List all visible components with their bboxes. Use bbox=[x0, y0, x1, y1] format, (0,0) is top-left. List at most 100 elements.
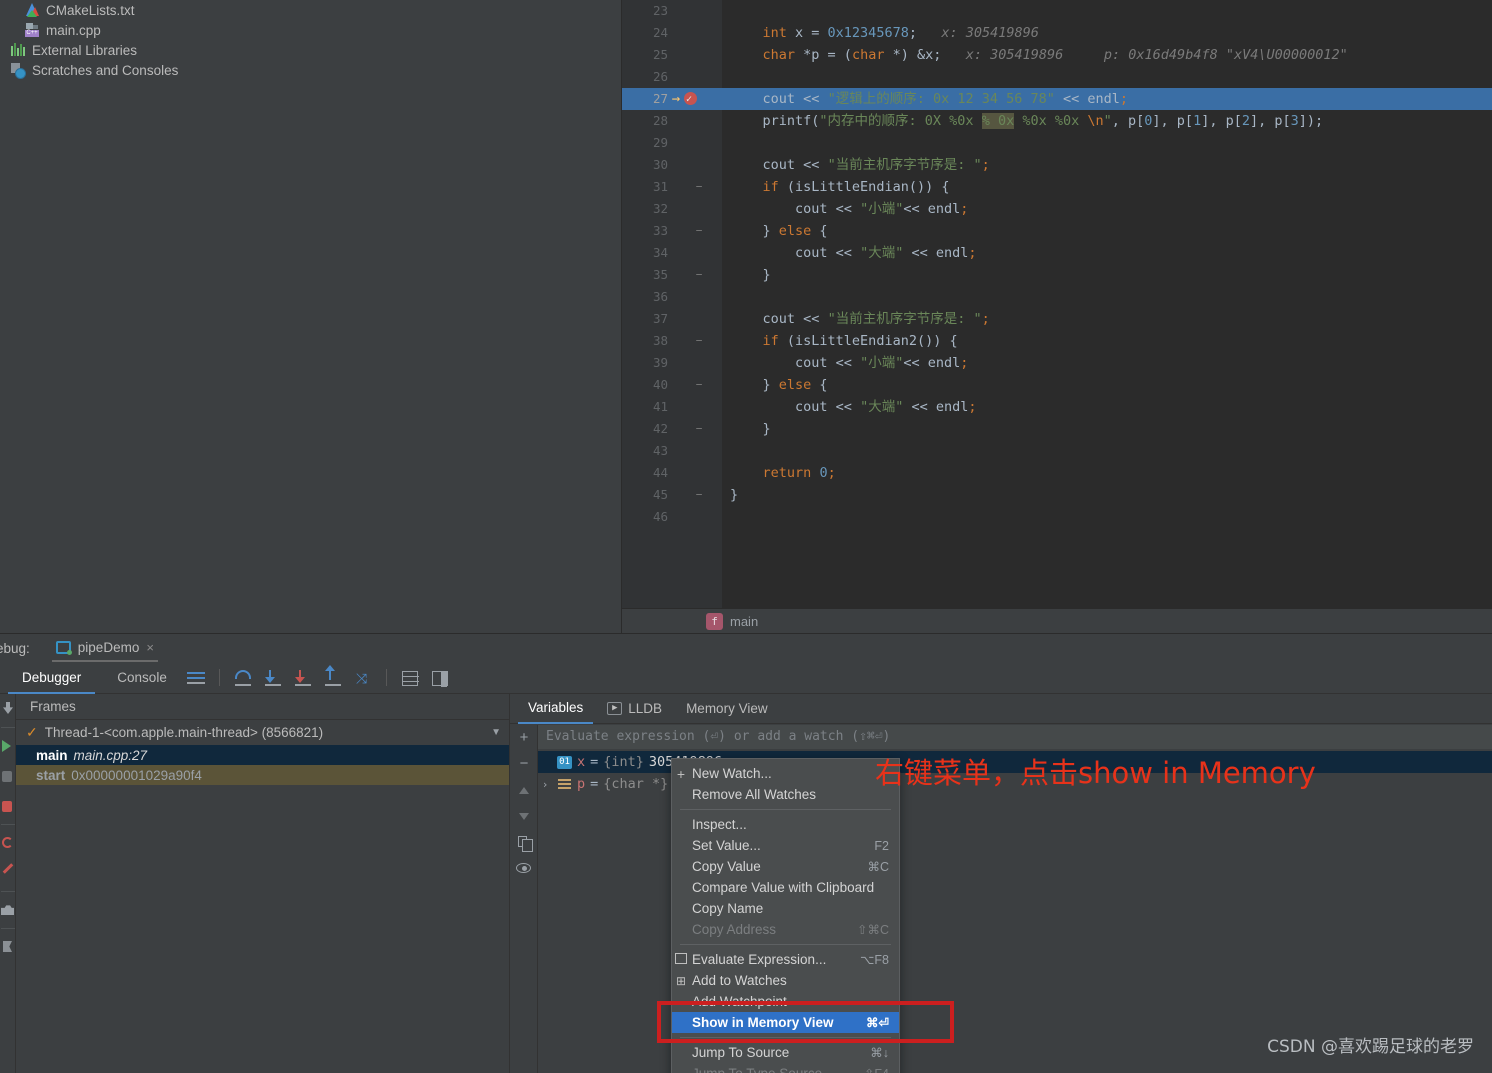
code-line[interactable]: 41 cout << "大端" << endl; bbox=[622, 396, 1492, 418]
menu-item[interactable]: Copy Value ⌘C bbox=[672, 856, 899, 877]
menu-item[interactable]: Set Value... F2 bbox=[672, 835, 899, 856]
code-fold-icon[interactable]: − bbox=[692, 484, 706, 506]
code-line[interactable]: 35 − } bbox=[622, 264, 1492, 286]
plus-icon: + bbox=[674, 766, 688, 782]
code-fold-icon[interactable]: − bbox=[692, 264, 706, 286]
menu-item[interactable]: Jump To Source ⌘↓ bbox=[672, 1042, 899, 1063]
code-line[interactable]: 38 − if (isLittleEndian2()) { bbox=[622, 330, 1492, 352]
breadcrumb-label[interactable]: main bbox=[730, 614, 758, 629]
step-into-icon[interactable] bbox=[260, 665, 286, 691]
project-tree-item[interactable]: External Libraries bbox=[0, 40, 622, 60]
menu-item[interactable]: Remove All Watches bbox=[672, 784, 899, 805]
close-icon[interactable]: × bbox=[146, 640, 154, 655]
chevron-down-icon[interactable]: ▼ bbox=[491, 727, 501, 738]
step-over-icon[interactable] bbox=[230, 665, 256, 691]
code-line[interactable]: 43 bbox=[622, 440, 1492, 462]
code-fold-icon[interactable]: − bbox=[692, 330, 706, 352]
tab-debugger[interactable]: Debugger bbox=[8, 662, 96, 694]
code-line[interactable]: 29 bbox=[622, 132, 1492, 154]
run-to-cursor-icon[interactable]: ⤨ bbox=[350, 665, 376, 691]
code-line[interactable]: 33 − } else { bbox=[622, 220, 1492, 242]
menu-item[interactable]: + New Watch... bbox=[672, 763, 899, 784]
menu-item[interactable]: Compare Value with Clipboard bbox=[672, 877, 899, 898]
code-line[interactable]: 31 − if (isLittleEndian()) { bbox=[622, 176, 1492, 198]
move-up-icon[interactable] bbox=[510, 777, 538, 803]
code-line[interactable]: 37 cout << "当前主机序字节序是: "; bbox=[622, 308, 1492, 330]
code-token: "逻辑上的顺序: 0x 12 34 56 78" bbox=[827, 91, 1055, 107]
code-line[interactable]: 45 −} bbox=[622, 484, 1492, 506]
code-line[interactable]: 39 cout << "小端"<< endl; bbox=[622, 352, 1492, 374]
menu-item[interactable]: Copy Name bbox=[672, 898, 899, 919]
project-tree-item[interactable]: Scratches and Consoles bbox=[0, 60, 622, 80]
project-tree-item[interactable]: CMakeLists.txt bbox=[0, 0, 622, 20]
frame-row[interactable]: main main.cpp:27 bbox=[16, 745, 509, 765]
menu-item[interactable]: Inspect... bbox=[672, 814, 899, 835]
tab-variables[interactable]: Variables bbox=[518, 694, 594, 724]
watch-visibility-icon[interactable] bbox=[510, 855, 538, 881]
show-execution-point-icon[interactable] bbox=[183, 665, 209, 691]
variable-name: x bbox=[577, 754, 586, 770]
thread-selector[interactable]: ✓ Thread-1-<com.apple.main-thread> (8566… bbox=[16, 720, 509, 745]
code-token: *) &x; bbox=[884, 47, 942, 63]
code-line[interactable]: 23 bbox=[622, 0, 1492, 22]
move-down-icon[interactable] bbox=[510, 803, 538, 829]
frames-list[interactable]: main main.cpp:27 start 0x00000001029a90f4 bbox=[16, 745, 509, 785]
code-fold-icon[interactable]: − bbox=[692, 220, 706, 242]
code-text: if (isLittleEndian2()) { bbox=[730, 330, 958, 352]
code-fold-icon[interactable]: − bbox=[692, 176, 706, 198]
stop-icon[interactable] bbox=[0, 791, 16, 821]
resume-icon[interactable] bbox=[0, 731, 16, 761]
code-line[interactable]: 46 bbox=[622, 506, 1492, 528]
breakpoint-icon[interactable] bbox=[684, 89, 697, 111]
code-line[interactable]: 42 − } bbox=[622, 418, 1492, 440]
code-line[interactable]: 25 char *p = (char *) &x; x: 305419896 p… bbox=[622, 44, 1492, 66]
line-number: 32 bbox=[652, 201, 668, 216]
layout-settings-icon[interactable] bbox=[427, 665, 453, 691]
mute-breakpoints-icon[interactable] bbox=[0, 858, 16, 888]
menu-item[interactable]: Show in Memory View ⌘⏎ bbox=[672, 1012, 899, 1033]
tab-lldb[interactable]: ▶ LLDB bbox=[597, 694, 672, 724]
code-line[interactable]: 34 cout << "大端" << endl; bbox=[622, 242, 1492, 264]
settings-icon[interactable] bbox=[0, 895, 16, 925]
frame-row[interactable]: start 0x00000001029a90f4 bbox=[16, 765, 509, 785]
evaluate-expression-icon[interactable] bbox=[397, 665, 423, 691]
code-token: << bbox=[835, 399, 852, 415]
force-step-into-icon[interactable] bbox=[290, 665, 316, 691]
run-configuration-tab[interactable]: pipeDemo × bbox=[51, 634, 158, 662]
tab-memory-view[interactable]: Memory View bbox=[676, 694, 778, 724]
code-line[interactable]: 27→ cout << "逻辑上的顺序: 0x 12 34 56 78" << … bbox=[622, 88, 1492, 111]
code-line[interactable]: 32 cout << "小端"<< endl; bbox=[622, 198, 1492, 220]
project-tree-item[interactable]: C++ main.cpp bbox=[0, 20, 622, 40]
code-line[interactable]: 28 printf("内存中的顺序: 0X %0x % 0x %0x %0x \… bbox=[622, 110, 1492, 132]
copy-icon[interactable] bbox=[510, 829, 538, 855]
pause-icon[interactable] bbox=[0, 761, 16, 791]
tab-console[interactable]: Console bbox=[103, 662, 181, 694]
menu-item[interactable]: ⊞ Add to Watches bbox=[672, 970, 899, 991]
code-line[interactable]: 26 bbox=[622, 66, 1492, 88]
code-line[interactable]: 24 int x = 0x12345678; x: 305419896 bbox=[622, 22, 1492, 44]
menu-item-label: Inspect... bbox=[692, 817, 747, 832]
menu-item[interactable]: Evaluate Expression... ⌥F8 bbox=[672, 949, 899, 970]
code-line[interactable]: 44 return 0; bbox=[622, 462, 1492, 484]
code-line[interactable]: 40 − } else { bbox=[622, 374, 1492, 396]
code-editor[interactable]: 23 24 int x = 0x12345678; x: 305419896 25 … bbox=[622, 0, 1492, 608]
code-fold-icon[interactable]: − bbox=[692, 374, 706, 396]
menu-item: Copy Address ⇧⌘C bbox=[672, 919, 899, 940]
code-token: else bbox=[778, 223, 812, 239]
code-lines[interactable]: 23 24 int x = 0x12345678; x: 305419896 25 … bbox=[622, 0, 1492, 608]
remove-watch-icon[interactable]: − bbox=[510, 751, 538, 777]
rerun-icon[interactable] bbox=[0, 694, 16, 724]
step-out-icon[interactable] bbox=[320, 664, 346, 691]
code-fold-icon[interactable]: − bbox=[692, 418, 706, 440]
menu-item[interactable]: Add Watchpoint bbox=[672, 991, 899, 1012]
expand-chevron-icon[interactable]: › bbox=[538, 778, 552, 791]
code-line[interactable]: 30 cout << "当前主机序字节序是: "; bbox=[622, 154, 1492, 176]
pin-icon[interactable] bbox=[0, 932, 16, 962]
add-watch-icon[interactable]: + bbox=[510, 725, 538, 751]
code-token: 1 bbox=[1193, 113, 1202, 129]
variable-context-menu[interactable]: + New Watch... Remove All Watches Inspect..… bbox=[671, 758, 900, 1073]
view-breakpoints-icon[interactable] bbox=[0, 828, 16, 858]
menu-item-label: Compare Value with Clipboard bbox=[692, 880, 875, 895]
evaluate-expression-input[interactable]: Evaluate expression (⏎) or add a watch (… bbox=[538, 725, 1492, 749]
code-line[interactable]: 36 bbox=[622, 286, 1492, 308]
